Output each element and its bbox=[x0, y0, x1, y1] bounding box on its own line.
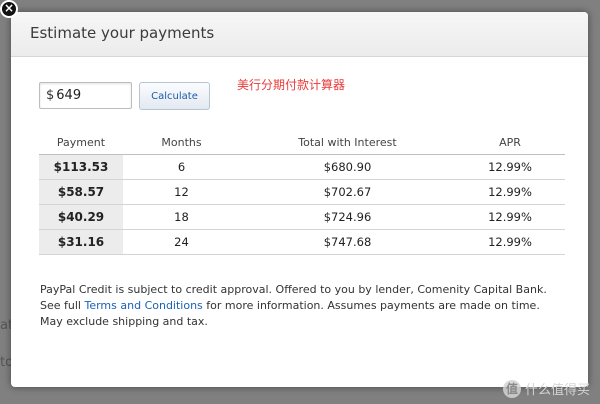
dialog-title: Estimate your payments bbox=[30, 24, 215, 42]
currency-symbol: $ bbox=[46, 88, 55, 103]
header-total-with-interest: Total with Interest bbox=[240, 130, 455, 155]
payment-cell: $58.57 bbox=[39, 179, 123, 205]
site-watermark: 值 什么值得买 bbox=[502, 379, 590, 398]
payment-plan-table: Payment Months Total with Interest APR $… bbox=[39, 130, 565, 255]
credit-disclaimer: PayPal Credit is subject to credit appro… bbox=[40, 282, 560, 330]
header-months: Months bbox=[123, 130, 240, 155]
months-cell: 12 bbox=[123, 179, 240, 205]
header-apr: APR bbox=[455, 130, 565, 155]
watermark-text: 什么值得买 bbox=[524, 383, 590, 398]
table-header-row: Payment Months Total with Interest APR bbox=[39, 130, 565, 155]
calculate-button[interactable]: Calculate bbox=[139, 82, 210, 110]
total-cell: $680.90 bbox=[240, 154, 455, 180]
apr-cell: 12.99% bbox=[455, 179, 565, 205]
header-payment: Payment bbox=[39, 130, 123, 155]
total-cell: $702.67 bbox=[240, 179, 455, 205]
terms-and-conditions-link[interactable]: Terms and Conditions bbox=[84, 299, 202, 312]
months-cell: 24 bbox=[123, 229, 240, 255]
estimate-payments-dialog: Estimate your payments $ Calculate 美行分期付… bbox=[11, 12, 588, 387]
dialog-header: Estimate your payments bbox=[11, 12, 588, 57]
annotation-text: 美行分期付款计算器 bbox=[237, 78, 346, 92]
watermark-logo-icon: 值 bbox=[502, 379, 521, 398]
amount-field[interactable]: $ bbox=[39, 82, 132, 109]
apr-cell: 12.99% bbox=[455, 154, 565, 180]
payment-cell: $40.29 bbox=[39, 204, 123, 230]
table-row: $58.57 12 $702.67 12.99% bbox=[39, 179, 565, 205]
total-cell: $747.68 bbox=[240, 229, 455, 255]
apr-cell: 12.99% bbox=[455, 204, 565, 230]
amount-input[interactable] bbox=[56, 88, 117, 103]
total-cell: $724.96 bbox=[240, 204, 455, 230]
payment-cell: $113.53 bbox=[39, 154, 123, 180]
table-row: $113.53 6 $680.90 12.99% bbox=[39, 154, 565, 180]
table-row: $31.16 24 $747.68 12.99% bbox=[39, 229, 565, 255]
table-row: $40.29 18 $724.96 12.99% bbox=[39, 204, 565, 230]
close-icon[interactable]: × bbox=[0, 0, 18, 18]
months-cell: 18 bbox=[123, 204, 240, 230]
months-cell: 6 bbox=[123, 154, 240, 180]
payment-cell: $31.16 bbox=[39, 229, 123, 255]
apr-cell: 12.99% bbox=[455, 229, 565, 255]
